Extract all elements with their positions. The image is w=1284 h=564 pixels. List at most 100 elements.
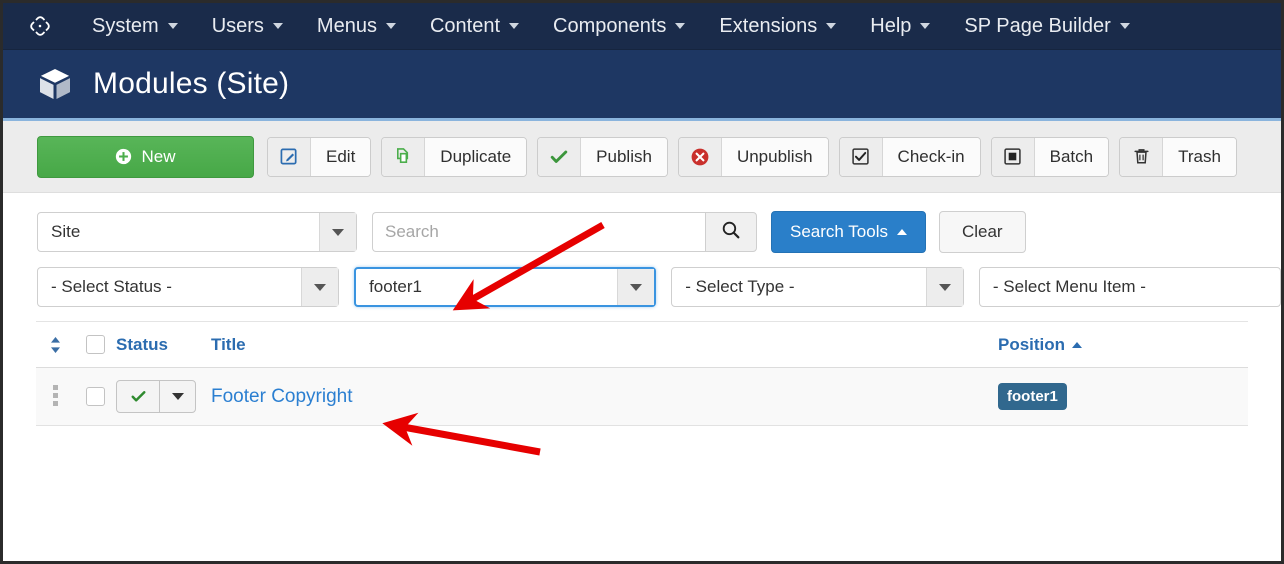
batch-button[interactable]: Batch xyxy=(990,136,1110,177)
action-toolbar: New Edit Duplicate Publish Unpublish Che… xyxy=(3,121,1281,193)
client-select[interactable]: Site xyxy=(37,212,357,252)
status-dropdown-toggle[interactable] xyxy=(160,381,195,412)
status-filter-select[interactable]: - Select Status - xyxy=(37,267,340,307)
chevron-down-icon xyxy=(920,23,931,29)
plus-circle-icon xyxy=(115,148,132,165)
edit-pencil-icon xyxy=(268,137,311,176)
copy-icon xyxy=(382,137,426,176)
chevron-down-icon[interactable] xyxy=(617,269,655,305)
search-group xyxy=(372,212,757,252)
topnav-item-components[interactable]: Components xyxy=(536,16,702,36)
checkin-button-label: Check-in xyxy=(882,137,980,176)
position-header-label: Position xyxy=(998,334,1066,354)
new-button-label: New xyxy=(141,146,176,166)
arrow-to-module-title xyxy=(382,412,541,456)
chevron-down-icon[interactable] xyxy=(301,268,339,306)
chevron-down-icon xyxy=(167,23,178,29)
topnav-item-system[interactable]: System xyxy=(75,16,195,36)
select-all-checkbox[interactable] xyxy=(85,335,105,354)
duplicate-button-label: Duplicate xyxy=(425,137,527,176)
status-toggle-group[interactable] xyxy=(116,380,196,413)
filter-bar: Site Search Tools xyxy=(3,193,1281,307)
cube-icon xyxy=(35,64,75,104)
topnav-label: Extensions xyxy=(719,15,818,37)
title-column-header: Title xyxy=(211,335,998,355)
edit-button-label: Edit xyxy=(311,137,371,176)
topnav-item-sp-page-builder[interactable]: SP Page Builder xyxy=(947,16,1146,36)
publish-button[interactable]: Publish xyxy=(537,136,668,177)
drag-handle-icon[interactable] xyxy=(52,384,58,409)
row-title-cell: Footer Copyright xyxy=(211,386,998,408)
menu-item-filter-select[interactable]: - Select Menu Item - xyxy=(978,267,1281,307)
search-tools-button[interactable]: Search Tools xyxy=(771,211,926,253)
topnav-item-users[interactable]: Users xyxy=(195,16,300,36)
search-submit-button[interactable] xyxy=(705,212,757,252)
status-filter-value: - Select Status - xyxy=(51,277,172,296)
ordering-sort-header[interactable] xyxy=(36,335,74,355)
chevron-down-icon[interactable] xyxy=(319,213,356,251)
published-check-icon[interactable] xyxy=(117,381,160,412)
position-column-header: Position xyxy=(998,335,1248,355)
topnav-item-menus[interactable]: Menus xyxy=(300,16,413,36)
chevron-up-icon xyxy=(896,229,907,235)
topnav-item-help[interactable]: Help xyxy=(853,16,947,36)
edit-button[interactable]: Edit xyxy=(267,136,372,177)
table-row: Footer Copyright footer1 xyxy=(36,368,1248,426)
page-header: Modules (Site) xyxy=(3,50,1281,121)
chevron-down-icon xyxy=(509,23,520,29)
topnav-label: Users xyxy=(211,15,264,37)
publish-button-label: Publish xyxy=(581,137,667,176)
admin-top-navbar: System Users Menus Content Components Ex… xyxy=(3,3,1281,50)
chevron-down-icon[interactable] xyxy=(925,268,963,306)
type-filter-select[interactable]: - Select Type - xyxy=(671,267,964,307)
times-circle-icon xyxy=(678,137,722,176)
check-icon xyxy=(538,137,582,176)
status-column-header: Status xyxy=(116,335,211,355)
chevron-down-icon xyxy=(826,23,837,29)
chevron-up-icon xyxy=(1072,341,1083,348)
filter-row-primary: Site Search Tools xyxy=(3,211,1281,253)
topnav-label: Content xyxy=(429,15,501,37)
unpublish-button[interactable]: Unpublish xyxy=(677,136,829,177)
square-icon xyxy=(991,137,1035,176)
select-all-cell xyxy=(74,335,116,354)
search-tools-label: Search Tools xyxy=(790,222,888,241)
duplicate-button[interactable]: Duplicate xyxy=(381,136,528,177)
topnav-label: System xyxy=(92,15,159,37)
batch-button-label: Batch xyxy=(1034,137,1109,176)
trash-button[interactable]: Trash xyxy=(1119,136,1237,177)
clear-button[interactable]: Clear xyxy=(938,211,1026,253)
chevron-down-icon xyxy=(1119,23,1130,29)
unpublish-button-label: Unpublish xyxy=(721,137,828,176)
chevron-down-icon xyxy=(272,23,283,29)
chevron-down-icon xyxy=(675,23,686,29)
status-header-link[interactable]: Status xyxy=(116,335,168,355)
checkin-button[interactable]: Check-in xyxy=(838,136,981,177)
type-filter-value: - Select Type - xyxy=(685,277,795,296)
magnifier-icon xyxy=(720,219,742,246)
row-position-cell: footer1 xyxy=(998,383,1248,410)
trash-button-label: Trash xyxy=(1163,137,1236,176)
menu-item-filter-value: - Select Menu Item - xyxy=(992,277,1146,296)
topnav-label: Components xyxy=(553,15,667,37)
title-header-link[interactable]: Title xyxy=(211,335,246,355)
topnav-item-content[interactable]: Content xyxy=(413,16,536,36)
position-filter-select[interactable]: footer1 xyxy=(354,267,657,307)
table-header-row: Status Title Position xyxy=(36,322,1248,368)
clear-button-label: Clear xyxy=(961,222,1003,241)
joomla-logo-icon[interactable] xyxy=(25,11,55,41)
joomla-admin-screen: System Users Menus Content Components Ex… xyxy=(0,0,1284,564)
topnav-label: Menus xyxy=(316,15,377,37)
position-header-link[interactable]: Position xyxy=(998,334,1083,355)
checkbox-icon xyxy=(839,137,883,176)
row-status-cell xyxy=(116,380,211,413)
chevron-down-icon xyxy=(385,23,396,29)
topnav-label: SP Page Builder xyxy=(964,15,1111,37)
new-button[interactable]: New xyxy=(37,135,254,178)
search-input[interactable] xyxy=(372,212,705,252)
page-title: Modules (Site) xyxy=(93,67,290,100)
position-badge[interactable]: footer1 xyxy=(998,383,1067,410)
topnav-item-extensions[interactable]: Extensions xyxy=(702,16,853,36)
row-checkbox[interactable] xyxy=(85,387,105,406)
module-title-link[interactable]: Footer Copyright xyxy=(211,386,353,408)
